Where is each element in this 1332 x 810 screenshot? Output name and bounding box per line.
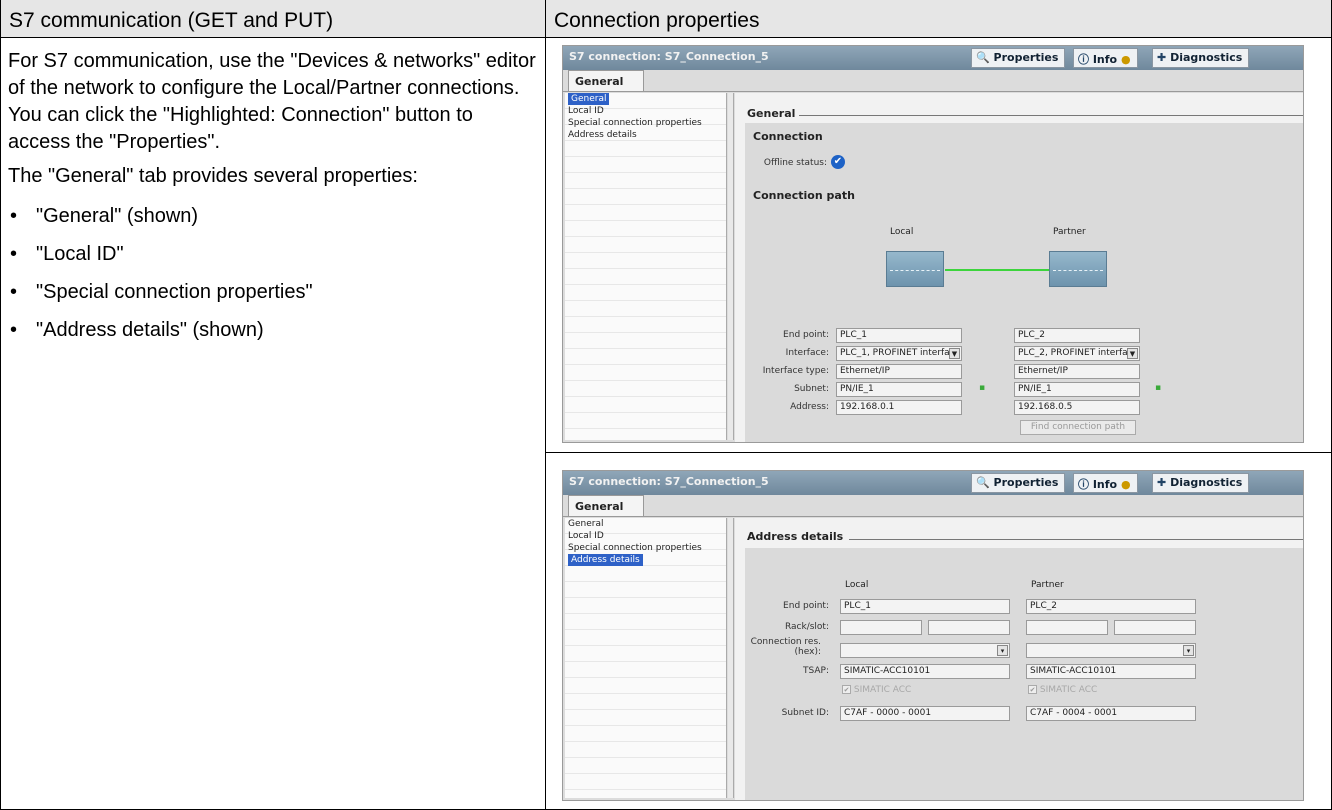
local-interface-type-field[interactable]: Ethernet/IP <box>836 364 962 379</box>
info-badge-icon: ● <box>1120 478 1131 491</box>
partner-interface-type-field[interactable]: Ethernet/IP <box>1014 364 1140 379</box>
offline-status-label: Offline status: <box>763 158 827 168</box>
local-tsap-field[interactable]: SIMATIC-ACC10101 <box>840 664 1010 679</box>
local-label: Local <box>890 227 914 237</box>
nav-item-local-id[interactable]: Local ID <box>565 530 726 542</box>
bullet-item: • "Special connection properties" <box>10 281 313 303</box>
partner-interface-select[interactable]: PLC_2, PROFINET interfa ▼ <box>1014 346 1140 361</box>
tab-diagnostics[interactable]: ✚ Diagnostics <box>1152 473 1250 493</box>
local-address-field[interactable]: 192.168.0.1 <box>836 400 962 415</box>
bullet-item: • "Address details" (shown) <box>10 319 264 341</box>
partner-end-point-field[interactable]: PLC_2 <box>1014 328 1140 343</box>
partner-subnet-field[interactable]: PN/IE_1 <box>1014 382 1140 397</box>
tab-properties[interactable]: 🔍 Properties <box>971 48 1066 68</box>
partner-tsap-field[interactable]: SIMATIC-ACC10101 <box>1026 664 1196 679</box>
bullet-item: • "Local ID" <box>10 243 124 265</box>
network-icon: ▪ <box>1155 383 1162 393</box>
property-nav: General Local ID Special connection prop… <box>565 518 727 798</box>
interface-type-label: Interface type: <box>762 366 829 376</box>
rack-slot-label: Rack/slot: <box>784 622 829 632</box>
tab-properties[interactable]: 🔍 Properties <box>971 473 1066 493</box>
splitter[interactable] <box>728 518 734 798</box>
tab-info[interactable]: ⓘ Info ● <box>1073 48 1138 68</box>
local-simatic-acc-checkbox[interactable]: ✔ SIMATIC ACC <box>842 685 911 695</box>
partner-label: Partner <box>1053 227 1086 237</box>
property-nav: General Local ID Special connection prop… <box>565 93 727 440</box>
info-badge-icon: ● <box>1120 53 1131 66</box>
header-divider <box>0 37 1332 38</box>
connection-path-heading: Connection path <box>753 189 855 202</box>
nav-item-general[interactable]: General <box>565 93 726 105</box>
dropdown-icon: ▼ <box>1127 348 1138 359</box>
connection-line <box>945 269 1049 271</box>
local-subnet-field[interactable]: PN/IE_1 <box>836 382 962 397</box>
partner-label: Partner <box>1031 580 1064 590</box>
section-title: Address details <box>747 530 844 543</box>
dropdown-icon: ▼ <box>949 348 960 359</box>
local-label: Local <box>845 580 869 590</box>
description-para-2: The "General" tab provides several prope… <box>8 165 418 187</box>
end-point-label: End point: <box>783 330 829 340</box>
bullet-item: • "General" (shown) <box>10 205 199 227</box>
subnet-label: Subnet: <box>794 384 829 394</box>
partner-rack-field[interactable] <box>1026 620 1108 635</box>
properties-panel-general: S7 connection: S7_Connection_5 🔍 Propert… <box>562 45 1304 443</box>
local-end-point-field[interactable]: PLC_1 <box>840 599 1010 614</box>
row-divider <box>545 452 1332 453</box>
connection-heading: Connection <box>753 130 823 143</box>
nav-item-special[interactable]: Special connection properties <box>565 117 726 129</box>
nav-item-general[interactable]: General <box>565 518 726 530</box>
connection-res-label: Connection res. (hex): <box>750 637 821 657</box>
find-connection-path-button[interactable]: Find connection path <box>1020 420 1136 435</box>
header-right: Connection properties <box>546 0 1331 37</box>
nav-item-local-id[interactable]: Local ID <box>565 105 726 117</box>
local-slot-field[interactable] <box>928 620 1010 635</box>
local-subnet-id-field[interactable]: C7AF - 0000 - 0001 <box>840 706 1010 721</box>
section-title: General <box>747 107 796 120</box>
panel-title: S7 connection: S7_Connection_5 <box>569 475 769 488</box>
tab-info[interactable]: ⓘ Info ● <box>1073 473 1138 493</box>
description: For S7 communication, use the "Devices &… <box>8 48 538 356</box>
nav-item-address[interactable]: Address details <box>565 129 726 141</box>
partner-end-point-field[interactable]: PLC_2 <box>1026 599 1196 614</box>
local-interface-select[interactable]: PLC_1, PROFINET interfa ▼ <box>836 346 962 361</box>
partner-slot-field[interactable] <box>1114 620 1196 635</box>
tab-general[interactable]: General <box>568 495 644 517</box>
subnet-id-label: Subnet ID: <box>781 708 829 718</box>
partner-plc-icon[interactable] <box>1049 251 1107 287</box>
panel-title-bar: S7 connection: S7_Connection_5 🔍 Propert… <box>563 46 1303 70</box>
nav-item-special[interactable]: Special connection properties <box>565 542 726 554</box>
tab-diagnostics[interactable]: ✚ Diagnostics <box>1152 48 1250 68</box>
panel-title: S7 connection: S7_Connection_5 <box>569 50 769 63</box>
local-conn-res-select[interactable]: ▾ <box>840 643 1010 658</box>
network-icon: ▪ <box>979 383 986 393</box>
address-label: Address: <box>790 402 829 412</box>
tsap-label: TSAP: <box>803 666 829 676</box>
local-plc-icon[interactable] <box>886 251 944 287</box>
local-end-point-field[interactable]: PLC_1 <box>836 328 962 343</box>
properties-panel-address: S7 connection: S7_Connection_5 🔍 Propert… <box>562 470 1304 801</box>
general-content: General Connection Offline status: ✔ Con… <box>735 93 1303 442</box>
column-divider <box>545 0 546 810</box>
nav-item-address[interactable]: Address details <box>565 554 726 566</box>
partner-simatic-acc-checkbox[interactable]: ✔ SIMATIC ACC <box>1028 685 1097 695</box>
tab-general[interactable]: General <box>568 70 644 92</box>
end-point-label: End point: <box>783 601 829 611</box>
local-rack-field[interactable] <box>840 620 922 635</box>
partner-address-field[interactable]: 192.168.0.5 <box>1014 400 1140 415</box>
address-content: Address details Local Partner End point:… <box>735 518 1303 800</box>
interface-label: Interface: <box>785 348 829 358</box>
header-left: S7 communication (GET and PUT) <box>1 0 545 37</box>
dropdown-icon: ▾ <box>997 645 1008 656</box>
dropdown-icon: ▾ <box>1183 645 1194 656</box>
status-ok-icon: ✔ <box>831 155 845 169</box>
partner-conn-res-select[interactable]: ▾ <box>1026 643 1196 658</box>
panel-title-bar: S7 connection: S7_Connection_5 🔍 Propert… <box>563 471 1303 495</box>
partner-subnet-id-field[interactable]: C7AF - 0004 - 0001 <box>1026 706 1196 721</box>
description-para-1: For S7 communication, use the "Devices &… <box>8 50 536 153</box>
